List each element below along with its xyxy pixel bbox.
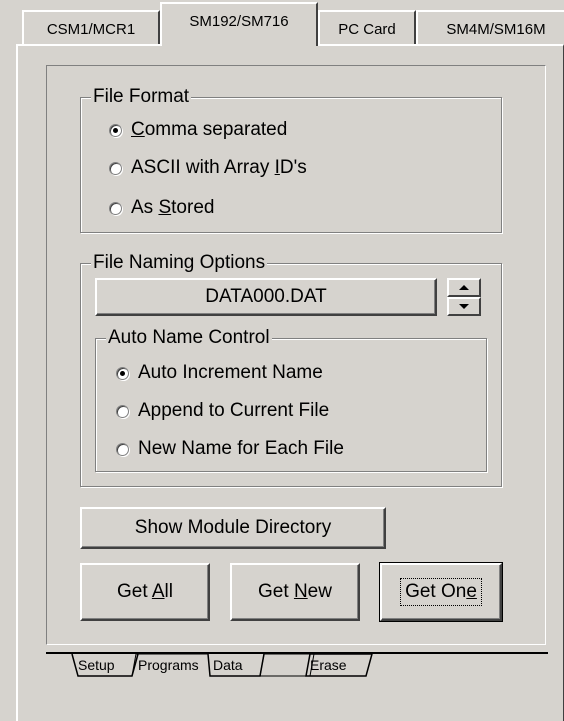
auto-name-title: Auto Name Control <box>106 327 272 349</box>
tab-sm192-sm716[interactable]: SM192/SM716 <box>160 2 318 46</box>
bottom-tab-data[interactable]: Data <box>209 654 247 678</box>
get-all-button[interactable]: Get All <box>80 563 210 621</box>
radio-indicator <box>109 201 122 215</box>
button-label: Get One <box>400 578 482 606</box>
bottom-tab-programs[interactable]: Programs <box>134 654 203 678</box>
file-naming-title: File Naming Options <box>91 252 268 274</box>
radio-comma-separated[interactable]: Comma separated <box>109 116 287 144</box>
radio-ascii-array-ids[interactable]: ASCII with Array ID's <box>109 154 307 182</box>
file-naming-group: File Naming Options DATA000.DAT Auto Nam… <box>80 252 502 487</box>
get-new-button[interactable]: Get New <box>230 563 360 621</box>
radio-label: New Name for Each File <box>138 438 344 459</box>
radio-label: Auto Increment Name <box>138 362 323 383</box>
filename-spinner[interactable] <box>447 278 481 316</box>
spin-down-button[interactable] <box>447 297 481 316</box>
auto-name-group: Auto Name Control Auto Increment Name Ap… <box>95 327 487 472</box>
radio-label: As Stored <box>131 197 215 218</box>
file-format-group: File Format Comma separated ASCII with A… <box>80 86 502 233</box>
button-label: Get New <box>258 581 332 602</box>
radio-indicator <box>116 442 129 456</box>
file-format-title: File Format <box>91 86 192 108</box>
radio-append-current[interactable]: Append to Current File <box>116 397 329 425</box>
radio-as-stored[interactable]: As Stored <box>109 194 214 222</box>
tab-sm4m-sm16m[interactable]: SM4M/SM16M <box>416 10 564 45</box>
spin-up-button[interactable] <box>447 278 481 297</box>
bottom-tab-setup[interactable]: Setup <box>74 654 119 678</box>
filename-display[interactable]: DATA000.DAT <box>95 278 437 316</box>
tab-pc-card[interactable]: PC Card <box>318 10 416 45</box>
radio-label: ASCII with Array ID's <box>131 157 307 178</box>
arrow-down-icon <box>459 304 469 309</box>
get-one-button[interactable]: Get One <box>379 562 503 622</box>
arrow-up-icon <box>459 285 469 290</box>
radio-indicator <box>116 366 129 380</box>
radio-label: Comma separated <box>131 119 288 140</box>
show-module-directory-button[interactable]: Show Module Directory <box>80 507 386 549</box>
bottom-tab-erase[interactable]: Erase <box>306 654 351 678</box>
tab-csm1-mcr1[interactable]: CSM1/MCR1 <box>22 10 160 45</box>
radio-new-name-each[interactable]: New Name for Each File <box>116 435 344 463</box>
radio-label: Append to Current File <box>138 400 330 421</box>
button-label: Get All <box>117 581 173 602</box>
radio-auto-increment[interactable]: Auto Increment Name <box>116 359 323 387</box>
radio-indicator <box>109 161 122 175</box>
radio-indicator <box>109 123 122 137</box>
radio-indicator <box>116 404 129 418</box>
